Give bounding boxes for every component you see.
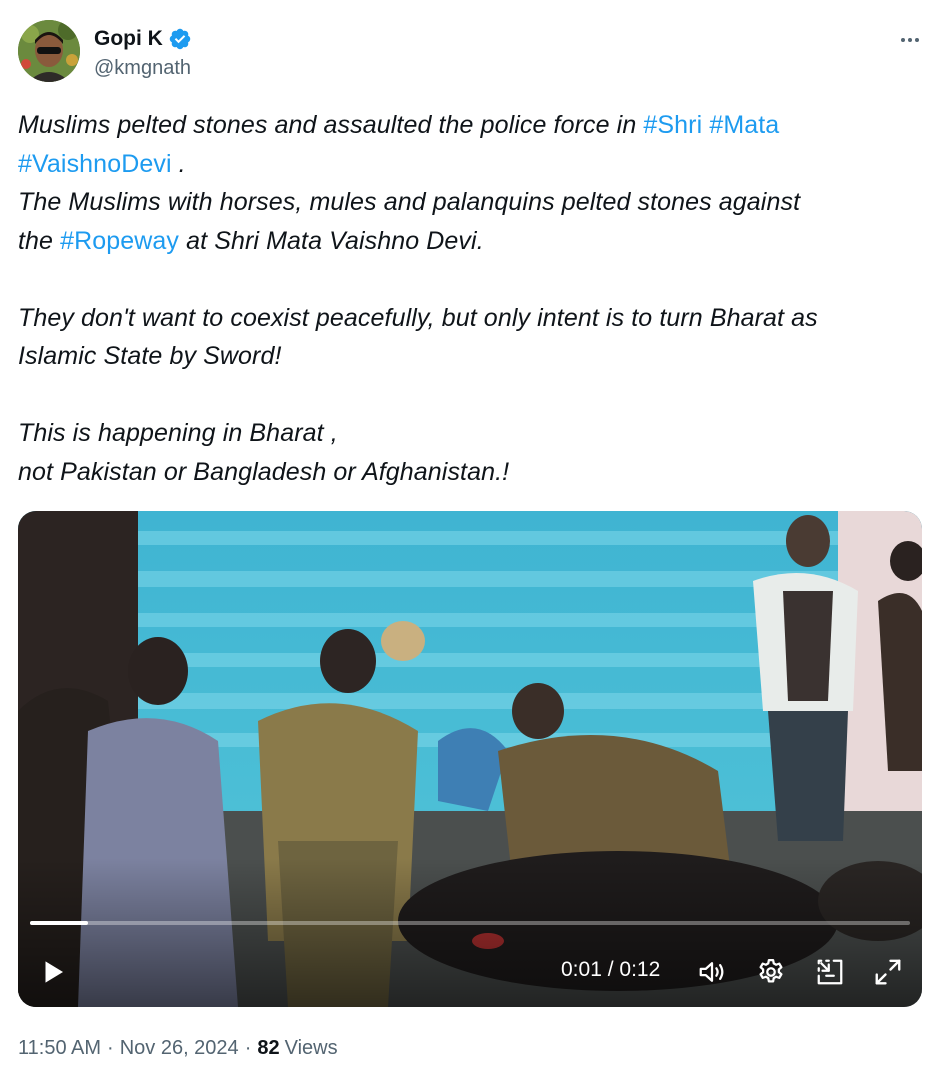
video-duration: 0:12	[619, 958, 661, 981]
more-horizontal-icon[interactable]	[896, 26, 924, 54]
footer-separator: ·	[107, 1037, 114, 1059]
tweet-text-segment: Muslims pelted stones and assaulted the …	[18, 111, 644, 139]
play-icon[interactable]	[38, 957, 68, 987]
tweet-line: #VaishnoDevi .	[18, 145, 924, 184]
tweet-date[interactable]: Nov 26, 2024	[120, 1037, 239, 1060]
tweet-line: They don't want to coexist peacefully, b…	[18, 303, 818, 332]
tweet-line: The Muslims with horses, mules and palan…	[18, 188, 801, 216]
tweet-line: Muslims pelted stones and assaulted the …	[18, 106, 924, 145]
hashtag-vaishnodevi-link[interactable]: #VaishnoDevi	[18, 150, 172, 178]
display-name[interactable]: Gopi K	[94, 27, 163, 51]
tweet-text: Muslims pelted stones and assaulted the …	[18, 106, 924, 491]
video-frame[interactable]	[18, 511, 922, 1007]
tweet-line: This is happening in Bharat ,	[18, 419, 338, 447]
paragraph-break	[18, 376, 924, 415]
tweet-text-segment: .	[171, 149, 186, 178]
hashtag-mata-link[interactable]: #Mata	[709, 111, 779, 139]
video-time-display: 0:01 / 0:12	[561, 958, 660, 982]
tweet-header: Gopi K @kmgnath	[18, 20, 924, 86]
paragraph-break	[18, 260, 924, 299]
tweet-time[interactable]: 11:50 AM	[18, 1037, 101, 1060]
avatar[interactable]	[18, 20, 80, 82]
tweet-line: the #Ropeway at Shri Mata Vaishno Devi.	[18, 222, 924, 261]
tweet-footer: 11:50 AM · Nov 26, 2024 · 82 Views	[18, 1037, 338, 1060]
video-time-separator: /	[601, 958, 620, 981]
tweet-text-segment: at Shri Mata Vaishno Devi.	[179, 226, 484, 255]
hashtag-ropeway-link[interactable]: #Ropeway	[60, 227, 179, 255]
display-name-row: Gopi K	[94, 26, 192, 52]
avatar-image	[18, 20, 80, 82]
video-player[interactable]: 0:01 / 0:12	[18, 511, 922, 1007]
tweet-text-segment: the	[18, 226, 61, 255]
fullscreen-icon[interactable]	[873, 957, 903, 987]
footer-separator: ·	[244, 1037, 252, 1059]
author-handle[interactable]: @kmgnath	[94, 57, 191, 80]
hashtag-shri-link[interactable]: #Shri	[643, 111, 702, 139]
settings-icon[interactable]	[756, 957, 786, 987]
video-current-time: 0:01	[561, 958, 602, 981]
pip-icon[interactable]	[815, 957, 845, 987]
verified-badge-icon[interactable]	[168, 27, 192, 51]
tweet-line: not Pakistan or Bangladesh or Afghanista…	[18, 457, 510, 486]
views-label: Views	[284, 1037, 338, 1059]
views-count: 82	[257, 1037, 280, 1059]
video-progress-fill	[30, 921, 89, 925]
tweet-line: Islamic State by Sword!	[18, 342, 282, 370]
video-progress-bar[interactable]	[30, 921, 910, 925]
volume-icon[interactable]	[697, 957, 727, 987]
